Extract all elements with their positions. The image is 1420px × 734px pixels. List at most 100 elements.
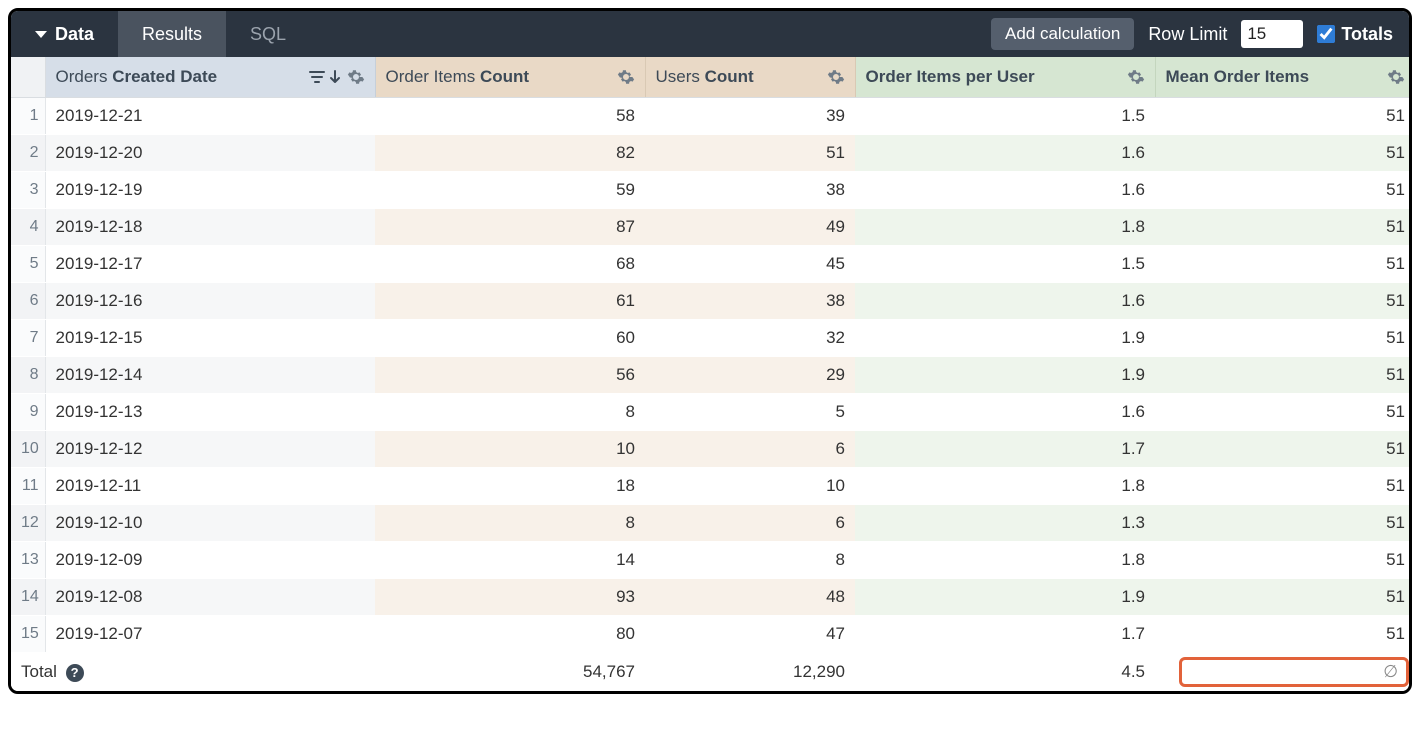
- tab-data-label: Data: [55, 24, 94, 45]
- cell-index: 8: [11, 357, 45, 394]
- gear-icon[interactable]: [1127, 68, 1145, 86]
- table-row: 152019-12-0780471.751: [11, 616, 1412, 653]
- cell-created-date: 2019-12-08: [45, 579, 375, 616]
- cell-order-items-count: 93: [375, 579, 645, 616]
- cell-index: 2: [11, 135, 45, 172]
- gear-icon[interactable]: [1387, 68, 1405, 86]
- cell-order-items-per-user: 1.8: [855, 468, 1155, 505]
- cell-index: 7: [11, 320, 45, 357]
- row-limit-input[interactable]: [1241, 20, 1303, 48]
- tab-results[interactable]: Results: [118, 11, 226, 57]
- toolbar: Data Results SQL Add calculation Row Lim…: [11, 11, 1409, 57]
- cell-created-date: 2019-12-21: [45, 98, 375, 135]
- tab-data[interactable]: Data: [11, 11, 118, 57]
- col-header-oipu-label: Order Items per User: [866, 67, 1121, 87]
- cell-order-items-count: 82: [375, 135, 645, 172]
- cell-mean-order-items: 51: [1155, 579, 1412, 616]
- cell-users-count: 38: [645, 283, 855, 320]
- cell-created-date: 2019-12-16: [45, 283, 375, 320]
- cell-mean-order-items: 51: [1155, 246, 1412, 283]
- cell-index: 1: [11, 98, 45, 135]
- cell-index: 13: [11, 542, 45, 579]
- cell-created-date: 2019-12-20: [45, 135, 375, 172]
- cell-order-items-per-user: 1.9: [855, 320, 1155, 357]
- row-limit-label: Row Limit: [1148, 24, 1227, 45]
- null-value-highlight: ∅: [1179, 657, 1409, 687]
- col-header-users-count[interactable]: Users Count: [645, 57, 855, 98]
- cell-created-date: 2019-12-07: [45, 616, 375, 653]
- table-row: 82019-12-1456291.951: [11, 357, 1412, 394]
- col-header-mean-order-items[interactable]: Mean Order Items: [1155, 57, 1412, 98]
- cell-order-items-per-user: 1.8: [855, 209, 1155, 246]
- table-row: 112019-12-1118101.851: [11, 468, 1412, 505]
- totals-order-items-count: 54,767: [375, 653, 645, 692]
- cell-index: 3: [11, 172, 45, 209]
- cell-users-count: 45: [645, 246, 855, 283]
- cell-order-items-count: 58: [375, 98, 645, 135]
- table-row: 52019-12-1768451.551: [11, 246, 1412, 283]
- col-header-created-date[interactable]: Orders Created Date: [45, 57, 375, 98]
- totals-row: Total ? 54,767 12,290 4.5 ∅: [11, 653, 1412, 692]
- cell-index: 9: [11, 394, 45, 431]
- totals-users-count: 12,290: [645, 653, 855, 692]
- filter-icon: [309, 70, 325, 84]
- cell-order-items-count: 87: [375, 209, 645, 246]
- cell-mean-order-items: 51: [1155, 357, 1412, 394]
- cell-created-date: 2019-12-14: [45, 357, 375, 394]
- totals-mean-order-items: ∅: [1155, 653, 1412, 692]
- cell-created-date: 2019-12-15: [45, 320, 375, 357]
- col-header-order-items-count[interactable]: Order Items Count: [375, 57, 645, 98]
- cell-index: 15: [11, 616, 45, 653]
- cell-mean-order-items: 51: [1155, 431, 1412, 468]
- cell-mean-order-items: 51: [1155, 394, 1412, 431]
- cell-created-date: 2019-12-11: [45, 468, 375, 505]
- cell-users-count: 38: [645, 172, 855, 209]
- cell-users-count: 8: [645, 542, 855, 579]
- cell-users-count: 6: [645, 431, 855, 468]
- cell-mean-order-items: 51: [1155, 209, 1412, 246]
- cell-mean-order-items: 51: [1155, 283, 1412, 320]
- gear-icon[interactable]: [347, 68, 365, 86]
- table-row: 92019-12-13851.651: [11, 394, 1412, 431]
- gear-icon[interactable]: [827, 68, 845, 86]
- tab-sql[interactable]: SQL: [226, 11, 310, 57]
- cell-users-count: 32: [645, 320, 855, 357]
- totals-label-cell: Total ?: [11, 653, 375, 692]
- table-row: 132019-12-091481.851: [11, 542, 1412, 579]
- add-calculation-button[interactable]: Add calculation: [991, 18, 1134, 50]
- cell-mean-order-items: 51: [1155, 135, 1412, 172]
- cell-users-count: 6: [645, 505, 855, 542]
- results-panel: Data Results SQL Add calculation Row Lim…: [8, 8, 1412, 694]
- cell-order-items-count: 60: [375, 320, 645, 357]
- totals-toggle[interactable]: Totals: [1317, 24, 1393, 45]
- totals-label: Totals: [1341, 24, 1393, 45]
- cell-created-date: 2019-12-17: [45, 246, 375, 283]
- table-row: 122019-12-10861.351: [11, 505, 1412, 542]
- cell-order-items-count: 80: [375, 616, 645, 653]
- cell-users-count: 51: [645, 135, 855, 172]
- cell-mean-order-items: 51: [1155, 505, 1412, 542]
- cell-users-count: 47: [645, 616, 855, 653]
- cell-users-count: 5: [645, 394, 855, 431]
- tabs: Data Results SQL: [11, 11, 310, 57]
- cell-order-items-per-user: 1.3: [855, 505, 1155, 542]
- col-header-order-items-per-user[interactable]: Order Items per User: [855, 57, 1155, 98]
- cell-order-items-count: 61: [375, 283, 645, 320]
- cell-created-date: 2019-12-19: [45, 172, 375, 209]
- table-row: 62019-12-1661381.651: [11, 283, 1412, 320]
- cell-order-items-per-user: 1.5: [855, 98, 1155, 135]
- col-header-mean-label: Mean Order Items: [1166, 67, 1382, 87]
- arrow-down-icon: [329, 70, 341, 84]
- totals-checkbox[interactable]: [1317, 25, 1335, 43]
- cell-order-items-per-user: 1.6: [855, 135, 1155, 172]
- cell-order-items-per-user: 1.9: [855, 579, 1155, 616]
- caret-down-icon: [35, 31, 47, 38]
- cell-order-items-per-user: 1.7: [855, 616, 1155, 653]
- cell-order-items-per-user: 1.6: [855, 394, 1155, 431]
- gear-icon[interactable]: [617, 68, 635, 86]
- cell-index: 14: [11, 579, 45, 616]
- help-icon[interactable]: ?: [66, 664, 84, 682]
- cell-order-items-count: 59: [375, 172, 645, 209]
- cell-index: 4: [11, 209, 45, 246]
- cell-created-date: 2019-12-13: [45, 394, 375, 431]
